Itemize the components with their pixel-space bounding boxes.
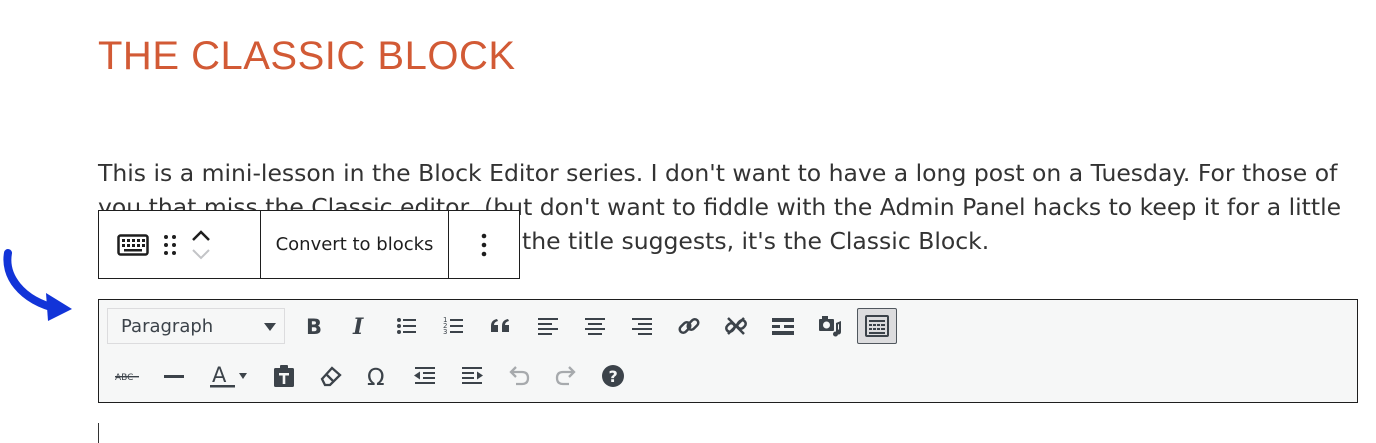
keyboard-icon[interactable] [117, 233, 149, 256]
help-label: ? [609, 367, 618, 386]
align-center-icon[interactable] [575, 308, 615, 344]
remove-link-icon[interactable] [716, 308, 756, 344]
align-left-icon[interactable] [528, 308, 568, 344]
strikethrough-icon[interactable]: ABC [107, 358, 147, 394]
blockquote-icon[interactable] [481, 308, 521, 344]
more-group [449, 211, 519, 278]
toolbar-toggle-icon[interactable] [857, 308, 897, 344]
chevron-down-icon [264, 323, 276, 331]
classic-editor-toolbar: Paragraph B I 1 2 3 ABC A Ω ? [98, 299, 1358, 403]
toolbar-row-1: Paragraph B I 1 2 3 [107, 308, 904, 344]
format-select-value: Paragraph [121, 315, 214, 337]
text-color-letter: A [212, 363, 227, 387]
svg-text:B: B [306, 315, 322, 339]
convert-group: Convert to blocks [261, 211, 449, 278]
svg-text:3: 3 [443, 328, 447, 336]
insert-link-icon[interactable] [669, 308, 709, 344]
drag-handle-icon[interactable] [163, 234, 177, 256]
svg-text:I: I [352, 314, 364, 339]
add-media-icon[interactable] [810, 308, 850, 344]
text-cursor [98, 423, 99, 443]
align-right-icon[interactable] [622, 308, 662, 344]
bold-icon[interactable]: B [293, 308, 333, 344]
block-toolbar: Convert to blocks [98, 210, 520, 279]
post-title[interactable]: THE CLASSIC BLOCK [98, 30, 516, 82]
special-character-icon[interactable]: Ω [358, 358, 398, 394]
bulleted-list-icon[interactable] [387, 308, 427, 344]
read-more-icon[interactable] [763, 308, 803, 344]
convert-to-blocks-button[interactable]: Convert to blocks [276, 234, 434, 255]
redo-icon[interactable] [546, 358, 586, 394]
annotation-arrow [3, 249, 72, 321]
format-select[interactable]: Paragraph [107, 308, 285, 344]
italic-icon[interactable]: I [340, 308, 380, 344]
intro-line-1: This is a mini-lesson in the Block Edito… [98, 159, 1338, 187]
toolbar-row-2: ABC A Ω ? [107, 358, 640, 394]
text-color-icon[interactable]: A [201, 358, 257, 394]
move-down-icon[interactable] [191, 248, 211, 260]
numbered-list-icon[interactable]: 1 2 3 [434, 308, 474, 344]
move-up-icon[interactable] [191, 229, 211, 242]
horizontal-line-icon[interactable] [154, 358, 194, 394]
strike-label: ABC [115, 373, 133, 383]
omega-label: Ω [367, 365, 385, 389]
increase-indent-icon[interactable] [452, 358, 492, 394]
block-movers [191, 229, 211, 260]
decrease-indent-icon[interactable] [405, 358, 445, 394]
more-options-icon[interactable] [481, 233, 487, 257]
clear-formatting-icon[interactable] [311, 358, 351, 394]
paste-as-text-icon[interactable] [264, 358, 304, 394]
help-icon[interactable]: ? [593, 358, 633, 394]
undo-icon[interactable] [499, 358, 539, 394]
block-tools-group [99, 211, 261, 278]
